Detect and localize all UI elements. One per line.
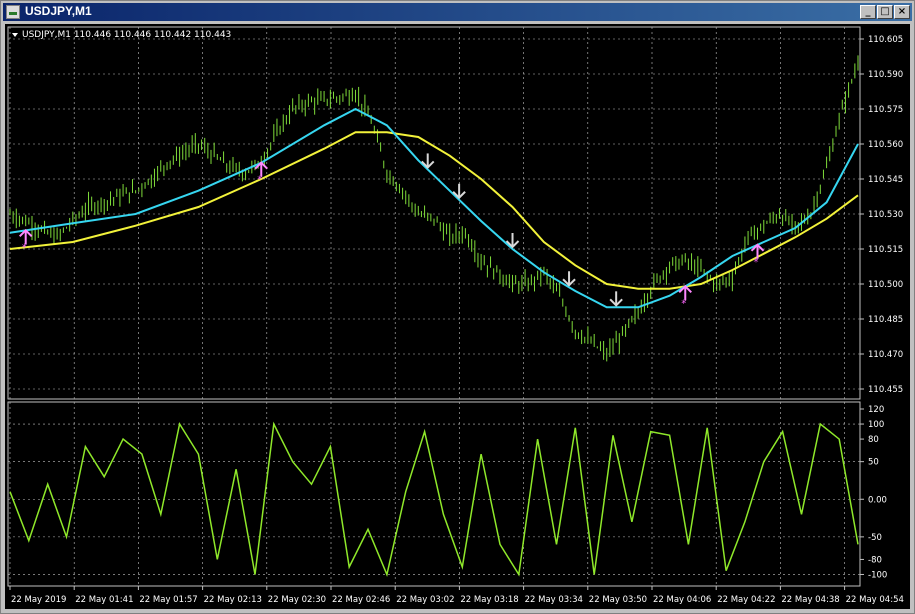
price-tick-label: 110.545 bbox=[868, 175, 903, 185]
time-tick-label: 22 May 01:57 bbox=[139, 595, 197, 605]
oscillator-tick-label: -80 bbox=[868, 555, 882, 565]
price-tick-label: 110.590 bbox=[868, 70, 903, 80]
price-tick-label: 110.575 bbox=[868, 105, 903, 115]
star-icon: * bbox=[22, 242, 27, 253]
star-icon: * bbox=[753, 257, 758, 268]
buy-arrow-icon: * bbox=[678, 284, 692, 309]
time-axis: 22 May 2019 22 May 01:41 22 May 01:57 22 Ma… bbox=[9, 586, 904, 605]
price-tick-label: 110.530 bbox=[868, 210, 903, 220]
price-tick-label: 110.455 bbox=[868, 385, 903, 395]
oscillator-tick-label: 80 bbox=[868, 435, 879, 445]
chart-window: USDJPY,M1 _ □ × USDJPY,M1 110.446 110.44… bbox=[0, 0, 915, 614]
chart-app-icon bbox=[6, 5, 20, 19]
price-tick-label: 110.485 bbox=[868, 315, 903, 325]
time-tick-label: 22 May 04:22 bbox=[717, 595, 775, 605]
time-tick-label: 22 May 03:50 bbox=[589, 595, 647, 605]
star-icon: * bbox=[257, 175, 262, 186]
oscillator-axis: 120 100 80 50 0.00 -50 -80 -100 bbox=[860, 405, 887, 580]
close-button[interactable]: × bbox=[894, 5, 910, 19]
grid bbox=[8, 27, 860, 586]
price-tick-label: 110.560 bbox=[868, 140, 903, 150]
time-tick-label: 22 May 04:54 bbox=[846, 595, 904, 605]
oscillator-tick-label: 50 bbox=[868, 458, 879, 468]
oscillator-tick-label: -100 bbox=[868, 570, 887, 580]
buy-arrow-icon: * bbox=[18, 228, 33, 253]
time-tick-label: 22 May 02:30 bbox=[268, 595, 326, 605]
oscillator-tick-label: 120 bbox=[868, 405, 884, 415]
star-icon: * bbox=[681, 298, 686, 309]
signal-arrows: * * * * bbox=[18, 153, 765, 309]
chart-canvas[interactable]: USDJPY,M1 110.446 110.446 110.442 110.44… bbox=[5, 24, 910, 609]
oscillator-tick-label: -50 bbox=[868, 533, 882, 543]
price-tick-label: 110.605 bbox=[868, 35, 903, 45]
price-tick-label: 110.470 bbox=[868, 350, 903, 360]
chart-header: USDJPY,M1 110.446 110.446 110.442 110.44… bbox=[22, 30, 231, 40]
sell-arrow-icon bbox=[609, 291, 623, 307]
fast-moving-average-line bbox=[9, 107, 859, 309]
time-tick-label: 22 May 03:02 bbox=[396, 595, 454, 605]
time-tick-label: 22 May 2019 bbox=[11, 595, 66, 605]
price-candles bbox=[9, 55, 859, 362]
dropdown-triangle-icon[interactable] bbox=[12, 33, 18, 37]
price-axis: 110.605 110.590 110.575 110.560 110.545 110.5… bbox=[860, 35, 903, 395]
buy-arrow-icon: * bbox=[254, 161, 268, 186]
oscillator-tick-label: 100 bbox=[868, 420, 884, 430]
time-tick-label: 22 May 01:41 bbox=[75, 595, 133, 605]
sell-arrow-icon bbox=[562, 271, 576, 287]
minimize-button[interactable]: _ bbox=[860, 5, 876, 19]
title-bar[interactable]: USDJPY,M1 _ □ × bbox=[3, 3, 912, 21]
window-title: USDJPY,M1 bbox=[25, 4, 92, 18]
chart-area[interactable]: USDJPY,M1 110.446 110.446 110.442 110.44… bbox=[5, 24, 910, 609]
time-tick-label: 22 May 04:06 bbox=[653, 595, 711, 605]
oscillator-panel-frame bbox=[7, 401, 861, 587]
oscillator-tick-label: 0.00 bbox=[868, 495, 887, 505]
maximize-button[interactable]: □ bbox=[877, 5, 893, 19]
time-tick-label: 22 May 04:38 bbox=[781, 595, 839, 605]
time-tick-label: 22 May 02:46 bbox=[332, 595, 390, 605]
time-tick-label: 22 May 03:34 bbox=[525, 595, 583, 605]
slow-moving-average-line bbox=[9, 131, 859, 290]
price-tick-label: 110.515 bbox=[868, 245, 903, 255]
time-tick-label: 22 May 02:13 bbox=[204, 595, 262, 605]
price-tick-label: 110.500 bbox=[868, 280, 903, 290]
time-tick-label: 22 May 03:18 bbox=[460, 595, 518, 605]
buy-arrow-icon: * bbox=[750, 243, 765, 268]
